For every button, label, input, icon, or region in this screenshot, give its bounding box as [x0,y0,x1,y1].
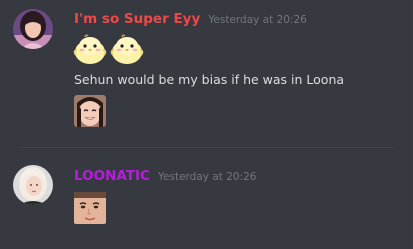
chick-emoji-icon[interactable] [73,33,107,65]
face-closeup-sticker-icon[interactable] [74,192,106,224]
author-avatar[interactable] [13,9,53,49]
chick-emoji-icon[interactable] [110,33,144,65]
message-header: I'm so Super Eyy Yesterday at 20:26 [74,9,307,29]
message-group-1: I'm so Super Eyy Yesterday at 20:26 Sehu… [0,0,413,147]
girl-profile-photo-icon [13,9,53,49]
message-group-2: LOONATIC Yesterday at 20:26 [0,148,413,249]
timestamp[interactable]: Yesterday at 20:26 [208,14,306,26]
message-text: Sehun would be my bias if he was in Loon… [74,72,345,87]
author-avatar[interactable] [13,165,53,205]
message-header: LOONATIC Yesterday at 20:26 [74,166,256,186]
smiling-face-sticker-icon[interactable] [74,95,106,127]
blonde-girl-profile-photo-icon [13,165,53,205]
username[interactable]: LOONATIC [74,168,150,184]
chat-message-list: I'm so Super Eyy Yesterday at 20:26 Sehu… [0,0,413,249]
timestamp[interactable]: Yesterday at 20:26 [158,171,256,183]
username[interactable]: I'm so Super Eyy [74,11,200,27]
